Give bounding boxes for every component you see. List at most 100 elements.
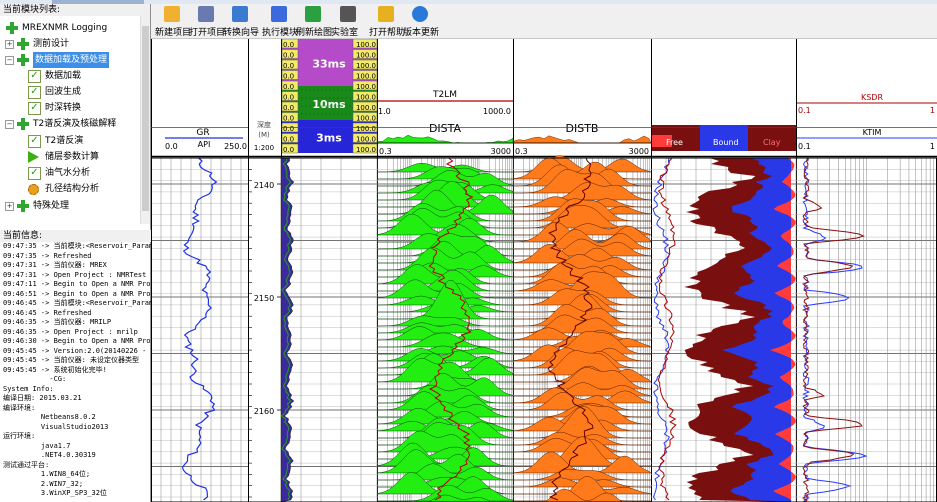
tree-item-label: 数据加载及预处理 xyxy=(33,52,110,68)
bin-cell-max: 100.0 xyxy=(356,73,376,81)
bin-cell-max: 100.0 xyxy=(356,125,376,133)
tree-item-label: 特殊处理 xyxy=(33,201,70,211)
green-plus-icon xyxy=(16,117,30,131)
track-grid xyxy=(281,127,377,502)
t2lm-max: 1000.0 xyxy=(483,107,511,116)
check-icon: ✓ xyxy=(28,167,41,180)
tree-item[interactable]: MREXNMR Logging xyxy=(0,20,140,36)
tree-expander[interactable]: − xyxy=(5,56,14,65)
tree-item[interactable]: + 特殊处理 xyxy=(0,198,140,214)
bin-cell-max: 100.0 xyxy=(356,94,376,102)
toolbar-button-label: 刷新绘图 xyxy=(296,28,333,38)
bin-cell-min: 0.0 xyxy=(283,136,294,144)
left-panel: 当前模块列表: MREXNMR Logging + 测前设计 − 数据加载及预处理 ✓ 数据… xyxy=(0,4,153,502)
gr-unit: API xyxy=(198,140,211,149)
tree-item-label: 孔径结构分析 xyxy=(45,184,100,194)
bin-label: 3ms xyxy=(316,132,342,145)
info-line: VisualStudio2013 xyxy=(3,422,109,431)
info-line: 2.WIN7_32; xyxy=(3,479,84,488)
info-line: 编译日期: 2015.03.21 xyxy=(3,394,82,402)
info-line: 09:47:35 -> Refreshed xyxy=(3,251,92,260)
app-window: 当前模块列表: MREXNMR Logging + 测前设计 − 数据加载及预处理 ✓ 数据… xyxy=(0,0,937,502)
green-plus-icon xyxy=(16,53,30,67)
tree-item-label: 测前设计 xyxy=(33,39,70,49)
toolbar-button[interactable]: 打开项目 xyxy=(189,6,225,38)
tree-item-label: 时深转换 xyxy=(45,103,82,113)
info-line: 09:47:35 -> 当前模块:<Reservoir_Param xyxy=(3,242,153,250)
gr-max: 250.0 xyxy=(224,142,247,151)
info-line: 09:46:45 -> 当前模块:<Reservoir_Param xyxy=(3,299,153,307)
tree-expander[interactable]: + xyxy=(5,40,14,49)
check-icon: ✓ xyxy=(28,135,41,148)
tree-item[interactable]: ✓ 时深转换 xyxy=(0,100,140,116)
tree-item[interactable]: − 数据加载及预处理 xyxy=(0,52,140,68)
toolbar-button[interactable]: 打开帮助 xyxy=(369,6,406,38)
log-plot[interactable]: GR API 0.0 250.0 深度 (M) 1:200 33ms 10ms 3ms 0.0 100… xyxy=(151,39,937,502)
toolbar-button[interactable]: 新建项目 xyxy=(155,6,192,38)
bin-cell-min: 0.0 xyxy=(283,146,294,154)
fluid-label-clay: Clay xyxy=(763,138,781,147)
depth-unit: (M) xyxy=(258,131,270,139)
update-icon xyxy=(412,6,428,22)
tree-item[interactable]: ✓ T2谱反演 xyxy=(0,133,140,149)
tree-scrollbar[interactable] xyxy=(140,16,150,224)
tree-item-label: 储层参数计算 xyxy=(45,152,100,162)
gr-name: GR xyxy=(196,128,209,138)
tree-item[interactable]: 储层参数计算 xyxy=(0,149,140,165)
info-line: 09:46:35 -> Open Project : mrilp xyxy=(3,327,138,336)
toolbar-button-label: 新建项目 xyxy=(155,28,192,38)
tree-expander[interactable]: + xyxy=(5,202,14,211)
bin-cell-min: 0.0 xyxy=(283,125,294,133)
tree-scrollbar-thumb[interactable] xyxy=(142,26,149,211)
tree-expander[interactable]: − xyxy=(5,120,14,129)
info-line: 09:46:30 -> Begin to Open a NMR Proje xyxy=(3,337,153,345)
check-icon: ✓ xyxy=(28,86,41,99)
bin-cell-max: 100.0 xyxy=(356,146,376,154)
dista-name: DISTA xyxy=(429,122,462,135)
info-line: 测试通过平台: xyxy=(3,460,50,469)
info-line: 09:46:35 -> 当前仪器: MRILP xyxy=(3,318,112,326)
t2lm-min: 1.0 xyxy=(378,107,391,116)
toolbar-button[interactable]: 转换向导 xyxy=(223,6,260,38)
info-line: 3.WinXP_SP3_32位 xyxy=(3,489,107,497)
tree-item[interactable]: − T2谱反演及核磁解释 xyxy=(0,116,140,132)
toolbar-button-label: 转换向导 xyxy=(223,28,260,38)
log-plot-area[interactable]: GR API 0.0 250.0 深度 (M) 1:200 33ms 10ms 3ms 0.0 100… xyxy=(151,39,937,502)
tree-item[interactable]: + 测前设计 xyxy=(0,36,140,52)
info-line: 09:47:11 -> Begin to Open a NMR Proje xyxy=(3,280,153,288)
tree-item[interactable]: ✓ 数据加载 xyxy=(0,68,140,84)
bin-cell-max: 100.0 xyxy=(356,41,376,49)
info-line: 运行环境: xyxy=(3,432,36,440)
toolbar-button[interactable]: 实验室 xyxy=(331,6,365,38)
toolbar-button[interactable]: 执行模块 xyxy=(262,6,298,38)
info-line: 09:46:45 -> Refreshed xyxy=(3,308,92,317)
info-line: 09:46:51 -> Begin to Open a NMR Proje xyxy=(3,289,153,298)
t2lm-name: T2LM xyxy=(432,90,457,100)
info-line: 1.WIN8_64位; xyxy=(3,470,91,478)
toolbar-button[interactable]: 版本更新 xyxy=(403,6,439,38)
info-line: 09:45:45 -> 系统初始化完毕! xyxy=(3,365,107,374)
tree-item-label: MREXNMR Logging xyxy=(22,23,108,33)
lab-icon xyxy=(340,6,356,22)
help-icon xyxy=(378,6,394,22)
toolbar-button-label: 打开帮助 xyxy=(369,28,406,38)
bin-cell-min: 0.0 xyxy=(283,94,294,102)
module-list-header: 当前模块列表: xyxy=(0,4,150,16)
toolbar-button[interactable]: 刷新绘图 xyxy=(296,6,333,38)
module-tree: MREXNMR Logging + 测前设计 − 数据加载及预处理 ✓ 数据加载 ✓ 回波生成 ✓… xyxy=(0,16,140,224)
bin-label: 33ms xyxy=(312,58,346,71)
tree-item[interactable]: 孔径结构分析 xyxy=(0,181,140,197)
ktim-name: KTIM xyxy=(863,128,882,137)
toolbar: 新建项目 打开项目 转换向导 执行模块 刷新绘图 实验室 打开帮助 版本更新 xyxy=(151,4,937,39)
info-line: Netbeans8.0.2 xyxy=(3,413,96,421)
tree-item[interactable]: ✓ 油气水分析 xyxy=(0,165,140,181)
new-project-icon xyxy=(164,6,180,22)
gear-icon xyxy=(28,184,39,195)
dist-waves xyxy=(376,162,514,502)
info-line: java1.7 xyxy=(3,441,71,450)
fluid-label-bound: Bound xyxy=(713,138,739,147)
info-line: 09:47:31 -> Open Project : NMRTest xyxy=(3,270,147,279)
tree-item[interactable]: ✓ 回波生成 xyxy=(0,84,140,100)
ktim-max: 1 xyxy=(930,142,935,151)
track-grid xyxy=(795,127,937,502)
